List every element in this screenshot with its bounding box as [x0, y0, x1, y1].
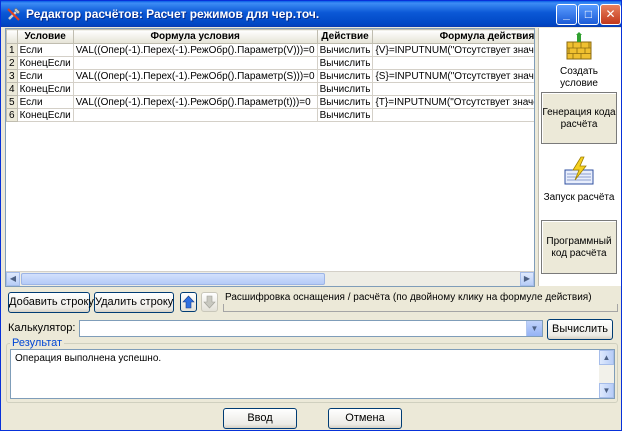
row-number: 5 [6, 95, 18, 109]
condition-formula-cell[interactable]: VAL((Опер(-1).Перех(-1).РежОбр().Парамет… [72, 43, 318, 57]
action-cell[interactable]: Вычислить [316, 69, 374, 83]
conditions-grid[interactable]: Условие Формула условия Действие Формула… [5, 28, 535, 287]
compute-button[interactable]: Вычислить [547, 319, 613, 340]
column-header[interactable]: Формула действия [372, 29, 534, 44]
maximize-button[interactable]: □ [578, 4, 599, 25]
run-lightning-icon [564, 156, 594, 185]
generate-code-label: Генерация кода расчёта [542, 107, 616, 130]
column-header[interactable]: Формула условия [72, 29, 318, 44]
move-down-button[interactable] [201, 292, 218, 312]
minimize-button[interactable]: _ [556, 4, 577, 25]
conditions-table: Условие Формула условия Действие Формула… [6, 29, 534, 122]
create-condition-button[interactable]: Создать условие [541, 32, 617, 89]
condition-cell[interactable]: КонецЕсли [16, 56, 74, 70]
row-number: 4 [6, 82, 18, 96]
program-code-label: Программный код расчёта [546, 236, 612, 259]
vertical-scrollbar[interactable]: ▲ ▼ [599, 350, 614, 398]
condition-formula-cell[interactable]: VAL((Опер(-1).Перех(-1).РежОбр().Парамет… [72, 69, 318, 83]
action-cell[interactable]: Вычислить [316, 95, 374, 109]
column-header[interactable]: Действие [316, 29, 374, 44]
result-legend: Результат [10, 337, 65, 349]
program-code-button[interactable]: Программный код расчёта [541, 220, 617, 274]
corner-cell [6, 29, 18, 44]
table-row[interactable]: 3 Если VAL((Опер(-1).Перех(-1).РежОбр().… [6, 69, 534, 83]
action-sidebar: Создать условие Генерация кода расчёта З… [538, 28, 621, 286]
editor-window: Редактор расчётов: Расчет режимов для че… [0, 0, 622, 431]
title-bar: Редактор расчётов: Расчет режимов для че… [1, 1, 621, 27]
arrow-up-icon [182, 295, 195, 309]
result-textarea[interactable]: Операция выполнена успешно. ▲ ▼ [10, 349, 615, 399]
result-text: Операция выполнена успешно. [15, 353, 162, 364]
delete-row-button[interactable]: Удалить строку [94, 292, 174, 313]
table-row[interactable]: 2 КонецЕсли Вычислить [6, 56, 534, 70]
window-title: Редактор расчётов: Расчет режимов для че… [26, 7, 320, 21]
move-up-button[interactable] [180, 292, 197, 312]
horizontal-scrollbar[interactable]: ◀ ▶ [6, 271, 534, 286]
condition-cell[interactable]: Если [16, 95, 74, 109]
action-formula-cell[interactable] [372, 56, 534, 70]
calculator-label: Калькулятор: [8, 322, 76, 334]
action-formula-cell[interactable]: {V}=INPUTNUM("Отсутствует значение V","В… [372, 43, 534, 57]
action-formula-cell[interactable]: {S}=INPUTNUM("Отсутствует значение S","В… [372, 69, 534, 83]
row-number: 1 [6, 43, 18, 57]
row-number: 6 [6, 108, 18, 122]
scroll-right-icon[interactable]: ▶ [520, 272, 534, 286]
action-cell[interactable]: Вычислить [316, 56, 374, 70]
action-formula-cell[interactable]: {T}=INPUTNUM("Отсутствует значение T","В… [372, 95, 534, 109]
column-header[interactable]: Условие [16, 29, 74, 44]
decode-area [223, 304, 618, 312]
condition-formula-cell[interactable] [72, 56, 318, 70]
table-row[interactable]: 6 КонецЕсли Вычислить [6, 108, 534, 122]
action-cell[interactable]: Вычислить [316, 43, 374, 57]
condition-cell[interactable]: Если [16, 43, 74, 57]
scroll-down-icon[interactable]: ▼ [599, 383, 614, 398]
arrow-down-icon [203, 295, 216, 309]
action-cell[interactable]: Вычислить [316, 82, 374, 96]
brick-wall-icon [566, 32, 592, 60]
scroll-thumb[interactable] [21, 273, 325, 285]
generate-code-button[interactable]: Генерация кода расчёта [541, 92, 617, 144]
table-row[interactable]: 4 КонецЕсли Вычислить [6, 82, 534, 96]
scroll-left-icon[interactable]: ◀ [6, 272, 20, 286]
condition-cell[interactable]: КонецЕсли [16, 108, 74, 122]
condition-formula-cell[interactable] [72, 82, 318, 96]
table-row[interactable]: 1 Если VAL((Опер(-1).Перех(-1).РежОбр().… [6, 43, 534, 57]
condition-formula-cell[interactable] [72, 108, 318, 122]
condition-formula-cell[interactable]: VAL((Опер(-1).Перех(-1).РежОбр().Парамет… [72, 95, 318, 109]
tools-icon [7, 7, 21, 21]
run-calc-button[interactable]: Запуск расчёта [541, 156, 617, 216]
add-row-button[interactable]: Добавить строку [8, 292, 94, 313]
action-formula-cell[interactable] [372, 108, 534, 122]
table-row[interactable]: 5 Если VAL((Опер(-1).Перех(-1).РежОбр().… [6, 95, 534, 109]
header-row: Условие Формула условия Действие Формула… [6, 29, 534, 44]
row-number: 2 [6, 56, 18, 70]
chevron-down-icon[interactable]: ▼ [526, 321, 542, 336]
run-calc-label: Запуск расчёта [543, 192, 615, 203]
condition-cell[interactable]: Если [16, 69, 74, 83]
scroll-up-icon[interactable]: ▲ [599, 350, 614, 365]
close-button[interactable]: ✕ [600, 4, 621, 25]
ok-button[interactable]: Ввод [223, 408, 297, 429]
create-condition-label: Создать условие [559, 66, 598, 89]
calculator-input[interactable]: ▼ [79, 320, 543, 337]
cancel-button[interactable]: Отмена [328, 408, 402, 429]
row-number: 3 [6, 69, 18, 83]
decode-label: Расшифровка оснащения / расчёта (по двой… [225, 292, 592, 303]
action-cell[interactable]: Вычислить [316, 108, 374, 122]
action-formula-cell[interactable] [372, 82, 534, 96]
condition-cell[interactable]: КонецЕсли [16, 82, 74, 96]
